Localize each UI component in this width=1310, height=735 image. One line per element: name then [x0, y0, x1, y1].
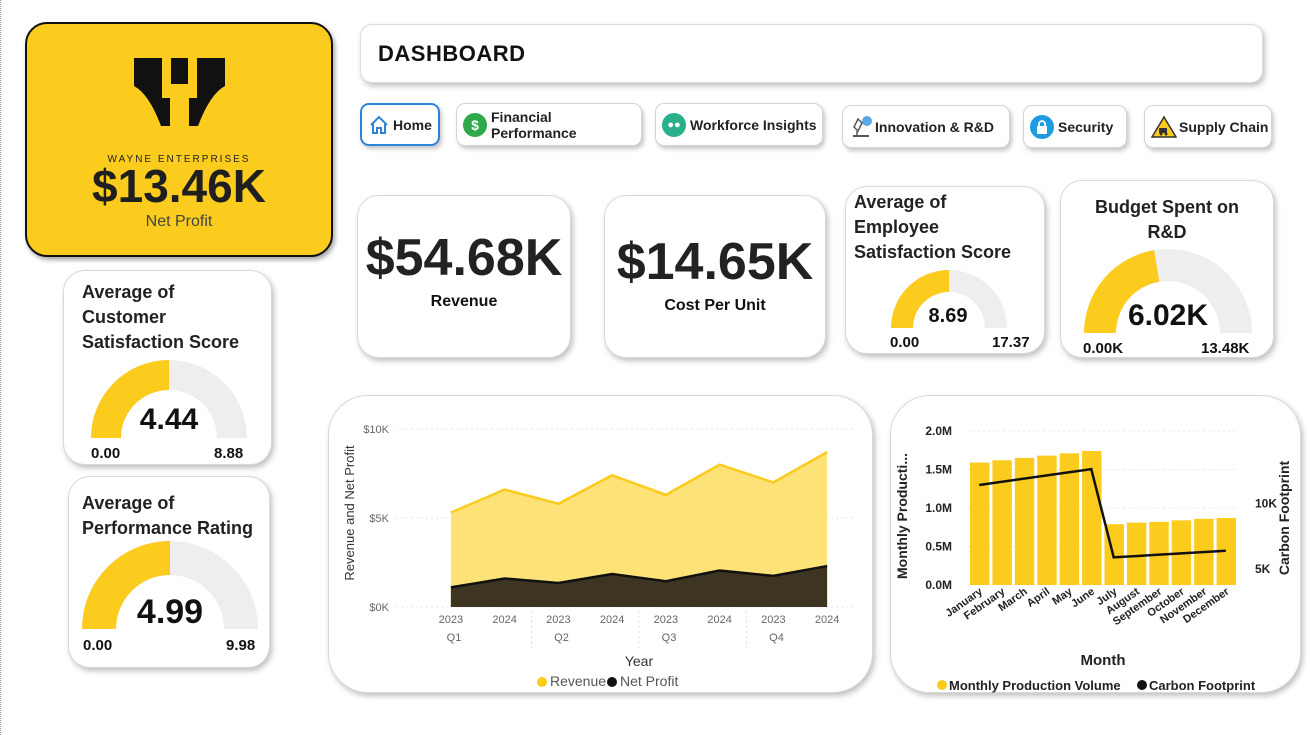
nav-supply-chain-label: Supply Chain — [1179, 118, 1269, 135]
budget-rd-card: Budget Spent on R&D 6.02K 0.00K 13.48K — [1060, 180, 1274, 358]
x-tick-year: 2023 — [761, 614, 785, 626]
legend-production-marker — [937, 680, 947, 690]
budget-gauge-max: 13.48K — [1201, 340, 1250, 357]
dashboard-title-card: DASHBOARD — [360, 24, 1263, 83]
y-tick-label: 2.0M — [925, 424, 952, 438]
y2-tick-label: 5K — [1255, 562, 1271, 576]
production-carbon-chart-card: 0.0M 0.5M 1.0M 1.5M 2.0M 5K 10K January February… — [890, 395, 1301, 693]
nav-innovation-rd[interactable]: Innovation & R&D — [842, 105, 1010, 148]
x-tick-year: 2024 — [707, 614, 731, 626]
nav-innovation-label: Innovation & R&D — [875, 118, 994, 135]
brand-net-profit-card: WAYNE ENTERPRISES $13.46K Net Profit — [25, 22, 333, 257]
legend-carbon-label: Carbon Footprint — [1149, 678, 1256, 693]
x-tick-month: April — [1025, 586, 1052, 610]
legend-revenue-marker — [537, 677, 547, 687]
legend-net-profit-marker — [607, 677, 617, 687]
cost-per-unit-label: Cost Per Unit — [664, 297, 766, 314]
nav-security-label: Security — [1058, 118, 1114, 135]
net-profit-value: $13.46K — [92, 160, 266, 212]
dollar-icon: $ — [463, 112, 487, 137]
y-tick-label: 1.5M — [925, 463, 952, 477]
x-tick-quarter: Q1 — [447, 632, 462, 644]
revenue-label: Revenue — [430, 293, 498, 310]
net-profit-label: Net Profit — [145, 213, 213, 230]
warning-forklift-icon — [1151, 115, 1177, 138]
production-bar — [992, 460, 1012, 585]
nav-home-label: Home — [393, 116, 432, 133]
legend-revenue-label: Revenue — [550, 673, 606, 689]
y-tick-label: $10K — [363, 424, 389, 436]
production-carbon-combo-chart: 0.0M0.5M1.0M1.5M2.0M5K10KJanuaryFebruary… — [894, 424, 1292, 693]
revenue-profit-chart-card: $0K $5K $10K 2023 2024 2023 2024 2023 2024 2023 20… — [328, 395, 873, 693]
customer-satisfaction-card: Average of Customer Satisfaction Score 4… — [63, 270, 272, 465]
page-title: DASHBOARD — [378, 41, 526, 66]
x-tick-year: 2023 — [546, 614, 570, 626]
nav-financial-label: Financial Performance — [491, 108, 577, 141]
employee-gauge-max: 17.37 — [992, 334, 1030, 351]
y-tick-label: 0.5M — [925, 540, 952, 554]
employee-gauge-min: 0.00 — [890, 334, 920, 351]
employee-gauge-value: 8.69 — [928, 305, 968, 327]
nav-home[interactable]: Home — [360, 103, 440, 146]
revenue-profit-area-chart: $0K $5K $10K 2023 2024 2023 2024 2023 2024 2023 20… — [342, 424, 854, 689]
legend-net-profit-label: Net Profit — [620, 673, 678, 689]
production-bar — [970, 462, 990, 585]
home-icon — [370, 115, 388, 134]
cost-per-unit-value: $14.65K — [616, 233, 814, 291]
employee-satisfaction-card: Average of Employee Satisfaction Score 8… — [845, 186, 1045, 354]
revenue-value: $54.68K — [365, 229, 563, 287]
x-tick-quarter: Q4 — [769, 632, 784, 644]
cost-per-unit-card: $14.65K Cost Per Unit — [604, 195, 826, 358]
nav-workforce-label: Workforce Insights — [690, 116, 817, 133]
x-tick-year: 2023 — [439, 614, 463, 626]
x-tick-year: 2024 — [815, 614, 839, 626]
y-tick-label: $5K — [369, 513, 389, 525]
x-tick-year: 2024 — [492, 614, 516, 626]
nav-financial-performance[interactable]: $ Financial Performance — [456, 103, 642, 146]
customer-gauge-max: 8.88 — [214, 445, 244, 462]
x-tick-year: 2024 — [600, 614, 624, 626]
x-tick-year: 2023 — [654, 614, 678, 626]
y-tick-label: $0K — [369, 602, 389, 614]
performance-rating-card: Average of Performance Rating 4.99 0.00 … — [68, 476, 270, 668]
left-dotted-border — [0, 0, 2, 735]
production-bar — [1126, 522, 1147, 585]
revenue-card: $54.68K Revenue — [357, 195, 571, 358]
customer-gauge-min: 0.00 — [91, 445, 121, 462]
lock-icon — [1030, 114, 1054, 139]
budget-gauge-min: 0.00K — [1083, 340, 1124, 357]
nav-workforce-insights[interactable]: ●● Workforce Insights — [655, 103, 823, 146]
y2-tick-label: 10K — [1255, 496, 1277, 510]
people-icon: ●● — [662, 112, 686, 137]
x-axis-title: Month — [1081, 652, 1126, 669]
nav-supply-chain[interactable]: Supply Chain — [1144, 105, 1272, 148]
y-tick-label: 0.0M — [925, 578, 952, 592]
y-axis-title: Revenue and Net Profit — [342, 445, 357, 581]
performance-gauge-value: 4.99 — [136, 593, 204, 631]
legend-production-label: Monthly Production Volume — [949, 678, 1121, 693]
budget-gauge-value: 6.02K — [1127, 299, 1209, 332]
employee-gauge — [891, 269, 1007, 328]
performance-gauge-min: 0.00 — [83, 637, 113, 654]
wayne-logo — [134, 58, 225, 126]
performance-gauge-max: 9.98 — [226, 637, 256, 654]
customer-gauge-value: 4.44 — [139, 403, 199, 436]
x-tick-quarter: Q3 — [662, 632, 677, 644]
legend-carbon-marker — [1137, 680, 1147, 690]
x-tick-month: June — [1069, 586, 1097, 611]
y2-axis-title: Carbon Footprint — [1276, 461, 1292, 576]
y-axis-title: Monthly Producti... — [894, 453, 910, 579]
microscope-icon — [853, 115, 872, 137]
y-tick-label: 1.0M — [925, 501, 952, 515]
x-tick-quarter: Q2 — [554, 632, 569, 644]
x-axis-title: Year — [625, 653, 654, 669]
nav-security[interactable]: Security — [1023, 105, 1127, 148]
